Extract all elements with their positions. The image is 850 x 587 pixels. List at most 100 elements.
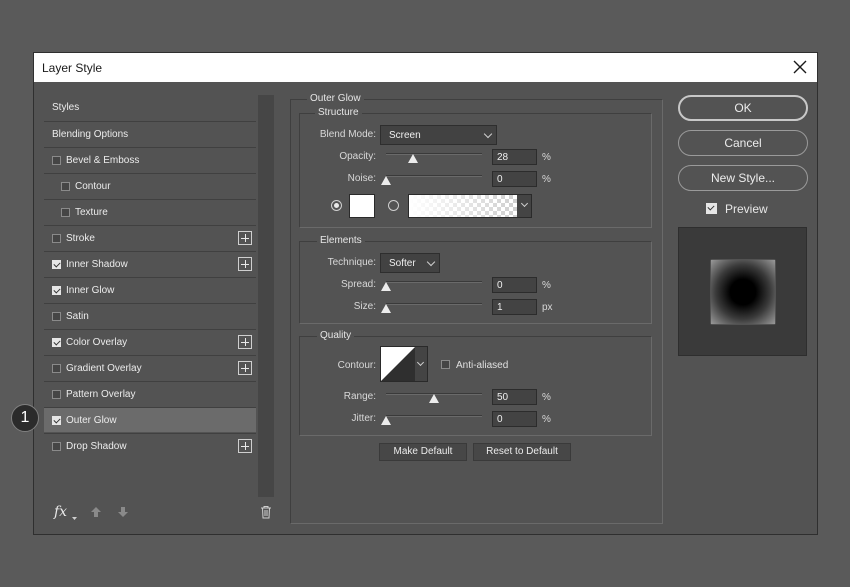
style-item-checkbox[interactable] — [52, 285, 61, 295]
outer-glow-title: Outer Glow — [307, 93, 364, 104]
jitter-value: 0 — [497, 414, 503, 425]
technique-label: Technique: — [327, 257, 376, 268]
opacity-slider[interactable] — [386, 151, 482, 163]
style-item-styles[interactable]: Styles — [44, 95, 256, 120]
spread-slider[interactable] — [381, 279, 482, 291]
trash-icon[interactable] — [260, 505, 272, 519]
add-effect-icon[interactable] — [238, 361, 252, 375]
close-icon[interactable] — [791, 57, 809, 77]
style-item-checkbox[interactable] — [61, 181, 70, 191]
noise-label: Noise: — [347, 173, 376, 184]
contour-label: Contour: — [337, 360, 376, 371]
reset-to-default-button[interactable]: Reset to Default — [473, 443, 571, 461]
add-effect-icon[interactable] — [238, 439, 252, 453]
add-effect-icon[interactable] — [238, 231, 252, 245]
chevron-down-icon — [426, 257, 436, 267]
make-default-button[interactable]: Make Default — [379, 443, 467, 461]
size-slider-thumb[interactable] — [381, 304, 391, 313]
jitter-unit: % — [542, 414, 551, 425]
style-item-label: Contour — [75, 180, 111, 192]
size-value: 1 — [497, 302, 503, 313]
opacity-slider-thumb[interactable] — [408, 154, 418, 163]
size-unit: px — [542, 302, 553, 313]
add-effect-icon[interactable] — [238, 335, 252, 349]
style-item-checkbox[interactable] — [52, 441, 61, 451]
jitter-label: Jitter: — [351, 413, 376, 424]
style-item-checkbox[interactable] — [52, 337, 61, 347]
contour-picker[interactable] — [380, 346, 428, 382]
size-input[interactable]: 1 — [492, 299, 537, 315]
style-item-texture[interactable]: Texture — [44, 199, 256, 224]
style-item-bevel-and-emboss[interactable]: Bevel & Emboss — [44, 147, 256, 172]
style-item-outer-glow[interactable]: Outer Glow — [44, 407, 256, 432]
style-item-checkbox[interactable] — [52, 155, 61, 165]
style-item-checkbox[interactable] — [52, 259, 61, 269]
style-item-label: Color Overlay — [66, 336, 128, 348]
noise-slider-track — [386, 175, 482, 177]
style-item-gradient-overlay[interactable]: Gradient Overlay — [44, 355, 256, 380]
style-item-drop-shadow[interactable]: Drop Shadow — [44, 433, 256, 458]
jitter-slider-track — [386, 415, 482, 417]
style-item-checkbox[interactable] — [52, 233, 61, 243]
styles-list: Styles Blending Options Bevel & Emboss Cont… — [44, 95, 274, 497]
jitter-slider[interactable] — [381, 413, 482, 425]
opacity-input[interactable]: 28 — [492, 149, 537, 165]
size-slider[interactable] — [381, 301, 482, 313]
new-style-button[interactable]: New Style... — [678, 165, 808, 191]
cancel-button[interactable]: Cancel — [678, 130, 808, 156]
style-item-checkbox[interactable] — [52, 389, 61, 399]
spread-unit: % — [542, 280, 551, 291]
spread-slider-thumb[interactable] — [381, 282, 391, 291]
blend-mode-value: Screen — [389, 130, 421, 141]
styles-list-scrollbar[interactable] — [258, 95, 274, 497]
glow-color-swatch[interactable] — [349, 194, 375, 218]
style-item-label: Inner Shadow — [66, 258, 128, 270]
style-item-checkbox[interactable] — [52, 415, 61, 425]
style-item-blending-options[interactable]: Blending Options — [44, 121, 256, 146]
fx-icon[interactable]: fx — [54, 504, 67, 520]
structure-title: Structure — [315, 107, 362, 118]
arrow-up-icon[interactable] — [90, 506, 102, 518]
style-item-contour[interactable]: Contour — [44, 173, 256, 198]
preview-thumbnail — [711, 260, 775, 324]
style-item-label: Stroke — [66, 232, 95, 244]
range-slider-thumb[interactable] — [429, 394, 439, 403]
style-item-color-overlay[interactable]: Color Overlay — [44, 329, 256, 354]
blend-mode-select[interactable]: Screen — [380, 125, 497, 145]
style-item-checkbox[interactable] — [52, 363, 61, 373]
gradient-radio[interactable] — [388, 200, 399, 211]
dialog-title: Layer Style — [42, 61, 103, 75]
jitter-slider-thumb[interactable] — [381, 416, 391, 425]
color-radio[interactable] — [331, 200, 342, 211]
chevron-down-icon — [483, 129, 493, 139]
style-item-satin[interactable]: Satin — [44, 303, 256, 328]
ok-button[interactable]: OK — [678, 95, 808, 121]
arrow-down-icon[interactable] — [117, 506, 129, 518]
style-item-checkbox[interactable] — [52, 311, 61, 321]
noise-input[interactable]: 0 — [492, 171, 537, 187]
anti-aliased-checkbox[interactable] — [441, 360, 450, 369]
style-item-label: Satin — [66, 310, 89, 322]
blend-mode-label: Blend Mode: — [319, 129, 376, 140]
styles-list-footer: fx — [44, 501, 274, 525]
opacity-label: Opacity: — [339, 151, 376, 162]
style-item-pattern-overlay[interactable]: Pattern Overlay — [44, 381, 256, 406]
style-item-inner-shadow[interactable]: Inner Shadow — [44, 251, 256, 276]
spread-value: 0 — [497, 280, 503, 291]
range-input[interactable]: 50 — [492, 389, 537, 405]
size-slider-track — [386, 303, 482, 305]
fx-dropdown-icon[interactable] — [72, 517, 77, 521]
style-item-stroke[interactable]: Stroke — [44, 225, 256, 250]
glow-gradient-picker[interactable] — [408, 194, 532, 218]
spread-input[interactable]: 0 — [492, 277, 537, 293]
technique-select[interactable]: Softer — [380, 253, 440, 273]
range-slider[interactable] — [386, 391, 482, 403]
style-item-inner-glow[interactable]: Inner Glow — [44, 277, 256, 302]
jitter-input[interactable]: 0 — [492, 411, 537, 427]
add-effect-icon[interactable] — [238, 257, 252, 271]
noise-slider-thumb[interactable] — [381, 176, 391, 185]
noise-slider[interactable] — [381, 173, 482, 185]
style-item-checkbox[interactable] — [61, 207, 70, 217]
preview-checkbox[interactable] — [706, 203, 717, 214]
gradient-preview — [409, 195, 517, 217]
